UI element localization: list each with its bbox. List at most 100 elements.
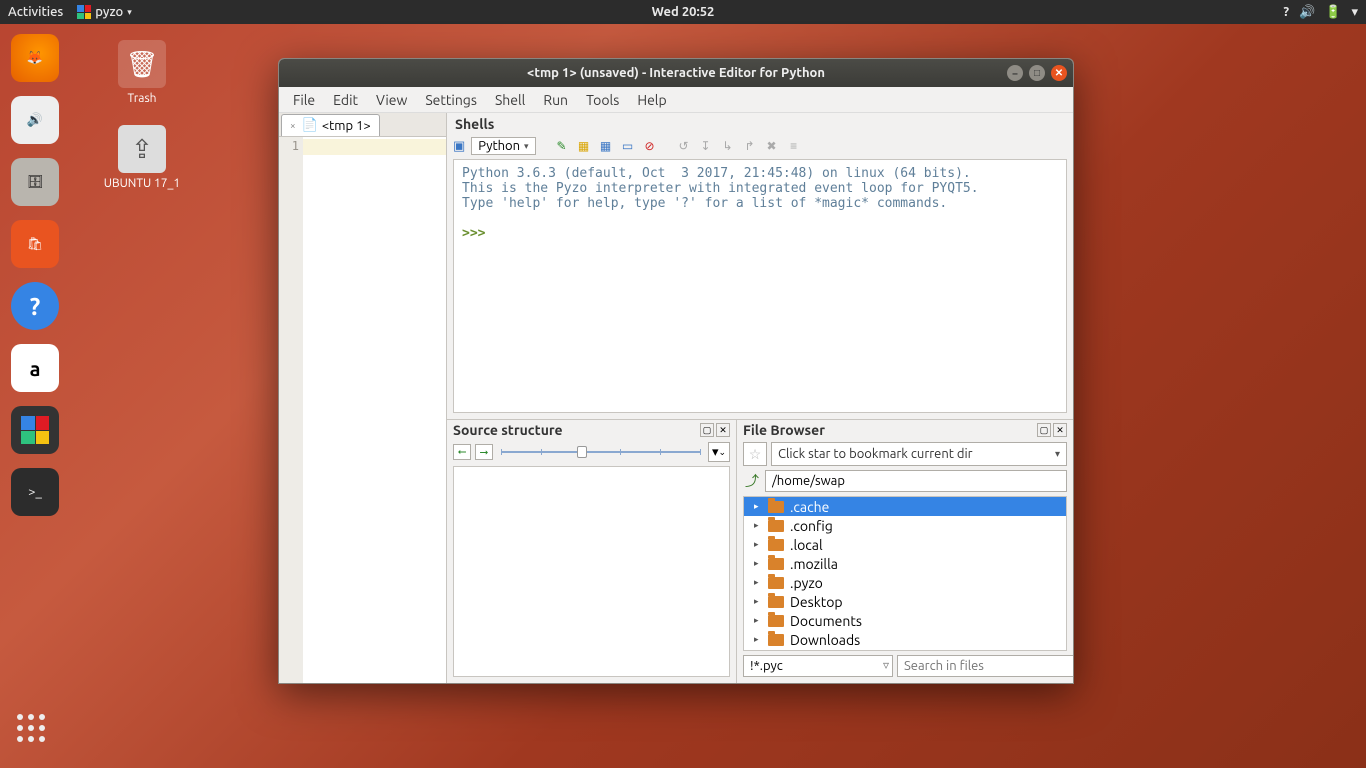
filebrowser-undock-icon[interactable]: ▢ — [1037, 423, 1051, 437]
code-editor[interactable]: 1 — [279, 137, 446, 683]
expand-icon[interactable]: ▸ — [754, 596, 762, 607]
code-text-area[interactable] — [303, 137, 446, 683]
structure-title: Source structure — [453, 422, 563, 438]
menu-view[interactable]: View — [368, 90, 415, 110]
bookmark-dropdown[interactable]: Click star to bookmark current dir — [771, 442, 1067, 466]
battery-icon[interactable]: 🔋 — [1325, 5, 1341, 20]
debug-continue-icon[interactable]: ↺ — [676, 138, 692, 154]
files-launcher[interactable]: 🗄 — [11, 158, 59, 206]
dock: 🦊 🔊 🗄 🛍 ? a >_ — [0, 24, 70, 768]
expand-icon[interactable]: ▸ — [754, 615, 762, 626]
filter-icon[interactable]: ▿ — [883, 658, 889, 672]
expand-icon[interactable]: ▸ — [754, 501, 762, 512]
file-tree-item[interactable]: ▸ .config — [744, 516, 1066, 535]
firefox-launcher[interactable]: 🦊 — [11, 34, 59, 82]
pyzo-icon — [77, 5, 91, 19]
amazon-launcher[interactable]: a — [11, 344, 59, 392]
debug-step-icon[interactable]: ↧ — [698, 138, 714, 154]
folder-icon — [768, 596, 784, 608]
desktop-icons: 🗑 Trash ⇪ UBUNTU 17_1 — [92, 40, 192, 210]
maximize-button[interactable]: □ — [1029, 65, 1045, 81]
trash-desktop-icon[interactable]: 🗑 Trash — [92, 40, 192, 105]
path-input[interactable] — [765, 470, 1067, 492]
system-menu-chevron-icon[interactable]: ▾ — [1351, 5, 1358, 20]
file-tree-item[interactable]: ▸Documents — [744, 611, 1066, 630]
line-gutter: 1 — [279, 137, 303, 683]
tab-close-icon[interactable]: × — [290, 120, 296, 131]
show-applications-button[interactable] — [17, 714, 53, 750]
go-up-button[interactable]: ⤴ — [743, 470, 761, 492]
structure-forward-button[interactable]: ⭢ — [475, 444, 493, 460]
new-shell-icon[interactable]: ✎ — [554, 138, 570, 154]
folder-icon — [768, 501, 784, 513]
help-icon[interactable]: ? — [1283, 5, 1289, 19]
file-tree-item[interactable]: ▸ Desktop — [744, 592, 1066, 611]
minimize-button[interactable]: – — [1007, 65, 1023, 81]
menu-settings[interactable]: Settings — [417, 90, 485, 110]
structure-level-slider[interactable] — [501, 444, 700, 460]
structure-close-icon[interactable]: ✕ — [716, 423, 730, 437]
menu-run[interactable]: Run — [535, 90, 576, 110]
app-menu[interactable]: pyzo — [77, 5, 131, 19]
file-tree-item[interactable]: ▸ .pyzo — [744, 573, 1066, 592]
menu-tools[interactable]: Tools — [578, 90, 627, 110]
close-button[interactable]: ✕ — [1051, 65, 1067, 81]
clear-shell-icon[interactable]: ▦ — [576, 138, 592, 154]
expand-icon[interactable]: ▸ — [754, 558, 762, 569]
menu-shell[interactable]: Shell — [487, 90, 533, 110]
shell-prompt: >>> — [462, 226, 493, 241]
rhythmbox-launcher[interactable]: 🔊 — [11, 96, 59, 144]
file-tree[interactable]: ▸.cache▸.config▸.local▸.mozilla▸.pyzo▸De… — [743, 496, 1067, 651]
file-tree-item[interactable]: ▸ .mozilla — [744, 554, 1066, 573]
interrupt-shell-icon[interactable]: ▦ — [598, 138, 614, 154]
shell-selector[interactable]: Python — [471, 137, 535, 155]
structure-undock-icon[interactable]: ▢ — [700, 423, 714, 437]
menu-edit[interactable]: Edit — [325, 90, 366, 110]
window-title: <tmp 1> (unsaved) - Interactive Editor f… — [527, 66, 825, 80]
file-tree-item-label: .pyzo — [790, 575, 823, 591]
file-tree-item[interactable]: ▸Downloads — [744, 630, 1066, 649]
file-tree-item-label: Desktop — [790, 594, 843, 610]
folder-icon — [768, 615, 784, 627]
help-launcher[interactable]: ? — [11, 282, 59, 330]
file-tree-item-label: .mozilla — [790, 556, 838, 572]
debug-list-icon[interactable]: ≡ — [786, 138, 802, 154]
expand-icon[interactable]: ▸ — [754, 520, 762, 531]
debug-stepin-icon[interactable]: ↳ — [720, 138, 736, 154]
structure-back-button[interactable]: ⭠ — [453, 444, 471, 460]
activities-button[interactable]: Activities — [8, 5, 63, 19]
file-tree-item-label: .config — [790, 518, 833, 534]
file-browser-panel: File Browser ▢ ✕ ☆ Click star to bookmar… — [737, 420, 1073, 683]
debug-stepout-icon[interactable]: ↱ — [742, 138, 758, 154]
usb-drive-icon: ⇪ — [118, 125, 166, 173]
terminate-shell-icon[interactable]: ⊘ — [642, 138, 658, 154]
file-tree-item[interactable]: ▸.cache — [744, 497, 1066, 516]
menu-help[interactable]: Help — [629, 90, 674, 110]
debug-stop-icon[interactable]: ✖ — [764, 138, 780, 154]
expand-icon[interactable]: ▸ — [754, 634, 762, 645]
structure-filter-button[interactable]: ▾⌄ — [708, 442, 730, 462]
menu-file[interactable]: File — [285, 90, 323, 110]
pyzo-launcher[interactable] — [11, 406, 59, 454]
software-launcher[interactable]: 🛍 — [11, 220, 59, 268]
bookmark-star-button[interactable]: ☆ — [743, 442, 767, 466]
volume-icon[interactable]: 🔊 — [1299, 5, 1315, 20]
file-search-input[interactable] — [897, 655, 1074, 677]
folder-icon — [768, 634, 784, 646]
clock[interactable]: Wed 20:52 — [652, 5, 715, 19]
expand-icon[interactable]: ▸ — [754, 539, 762, 550]
file-tree-item[interactable]: ▸ .local — [744, 535, 1066, 554]
shell-output[interactable]: Python 3.6.3 (default, Oct 3 2017, 21:45… — [453, 159, 1067, 413]
folder-icon — [768, 577, 784, 589]
editor-tab-tmp1[interactable]: × 📄 <tmp 1> — [281, 114, 380, 136]
terminal-launcher[interactable]: >_ — [11, 468, 59, 516]
expand-icon[interactable]: ▸ — [754, 577, 762, 588]
file-tree-item-label: .local — [790, 537, 823, 553]
window-titlebar[interactable]: <tmp 1> (unsaved) - Interactive Editor f… — [279, 59, 1073, 87]
ubuntu-media-desktop-icon[interactable]: ⇪ UBUNTU 17_1 — [92, 125, 192, 190]
file-filter-input[interactable] — [743, 655, 893, 677]
filebrowser-close-icon[interactable]: ✕ — [1053, 423, 1067, 437]
source-structure-panel: Source structure ▢ ✕ ⭠ ⭢ — [447, 420, 737, 683]
restart-shell-icon[interactable]: ▭ — [620, 138, 636, 154]
structure-tree[interactable] — [453, 466, 730, 677]
